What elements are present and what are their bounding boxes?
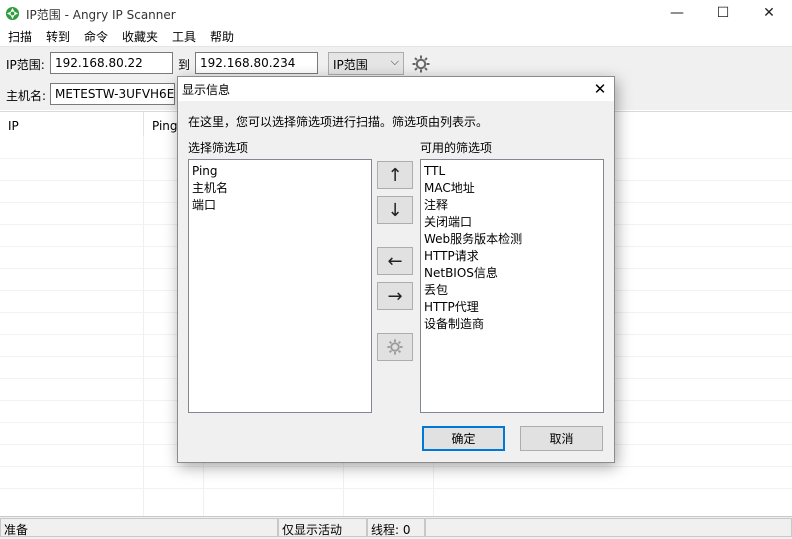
status-display-mode[interactable]: 仅显示活动 xyxy=(278,518,367,537)
progress-bar xyxy=(425,518,792,537)
list-item[interactable]: 注释 xyxy=(424,197,600,214)
list-item[interactable]: TTL xyxy=(424,163,600,180)
list-item[interactable]: 关闭端口 xyxy=(424,214,600,231)
list-item[interactable]: 丢包 xyxy=(424,282,600,299)
menu-tools[interactable]: 工具 xyxy=(172,28,196,45)
close-window-button[interactable]: ✕ xyxy=(746,0,792,26)
gear-icon[interactable] xyxy=(411,54,431,74)
list-item[interactable]: HTTP请求 xyxy=(424,248,600,265)
list-item[interactable]: Ping xyxy=(192,163,368,180)
move-down-button[interactable]: ↓ xyxy=(377,196,413,224)
dialog-instruction: 在这里，您可以选择筛选项进行扫描。筛选项由列表示。 xyxy=(188,115,489,129)
row-divider xyxy=(0,466,792,467)
list-item[interactable]: 设备制造商 xyxy=(424,316,600,333)
dialog-close-button[interactable]: ✕ xyxy=(590,80,610,98)
remove-fetcher-button[interactable]: → xyxy=(377,282,413,310)
hostname-label: 主机名: xyxy=(6,89,47,103)
menu-bar xyxy=(0,26,792,46)
gear-icon xyxy=(387,339,403,355)
start-ip-input[interactable]: 192.168.80.22 xyxy=(50,52,173,74)
menu-scan[interactable]: 扫描 xyxy=(8,28,32,45)
ok-button[interactable]: 确定 xyxy=(422,426,505,451)
list-item[interactable]: Web服务版本检测 xyxy=(424,231,600,248)
chevron-down-icon: ⌵ xyxy=(390,55,399,68)
column-header-ip[interactable]: IP xyxy=(0,112,144,136)
hostname-input[interactable]: METESTW-3UFVH6E xyxy=(50,83,175,105)
angry-ip-scanner-logo-icon xyxy=(5,6,20,21)
selected-fetchers-label: 选择筛选项 xyxy=(188,141,249,155)
list-item[interactable]: 端口 xyxy=(192,197,368,214)
list-item[interactable]: MAC地址 xyxy=(424,180,600,197)
menu-help[interactable]: 帮助 xyxy=(210,28,234,45)
status-ready: 准备 xyxy=(0,518,278,537)
menu-favorites[interactable]: 收藏夹 xyxy=(122,28,158,45)
menu-commands[interactable]: 命令 xyxy=(84,28,108,45)
list-item[interactable]: HTTP代理 xyxy=(424,299,600,316)
maximize-button[interactable]: ☐ xyxy=(700,0,746,26)
range-type-select[interactable]: IP范围 ⌵ xyxy=(328,52,404,75)
minimize-button[interactable]: — xyxy=(654,0,700,26)
status-threads: 线程: 0 xyxy=(367,518,425,537)
range-type-value: IP范围 xyxy=(333,58,368,72)
list-item[interactable]: 主机名 xyxy=(192,180,368,197)
menu-goto[interactable]: 转到 xyxy=(46,28,70,45)
list-item[interactable]: NetBIOS信息 xyxy=(424,265,600,282)
cancel-button[interactable]: 取消 xyxy=(520,426,603,451)
dialog-title-bar xyxy=(178,77,614,101)
window-title: IP范围 - Angry IP Scanner xyxy=(26,8,176,22)
move-up-button[interactable]: ↑ xyxy=(377,161,413,189)
column-divider xyxy=(143,136,144,516)
available-fetchers-label: 可用的筛选项 xyxy=(420,141,493,155)
selected-fetchers-list[interactable]: Ping 主机名 端口 xyxy=(188,159,372,413)
fetcher-settings-button[interactable] xyxy=(377,333,413,361)
ip-range-label: IP范围: xyxy=(6,58,45,72)
end-ip-input[interactable]: 192.168.80.234 xyxy=(195,52,318,74)
add-fetcher-button[interactable]: ← xyxy=(377,247,413,275)
row-divider xyxy=(0,488,792,489)
to-label: 到 xyxy=(178,58,191,72)
dialog-title: 显示信息 xyxy=(182,83,231,97)
available-fetchers-list[interactable]: TTL MAC地址 注释 关闭端口 Web服务版本检测 HTTP请求 NetBI… xyxy=(420,159,604,413)
